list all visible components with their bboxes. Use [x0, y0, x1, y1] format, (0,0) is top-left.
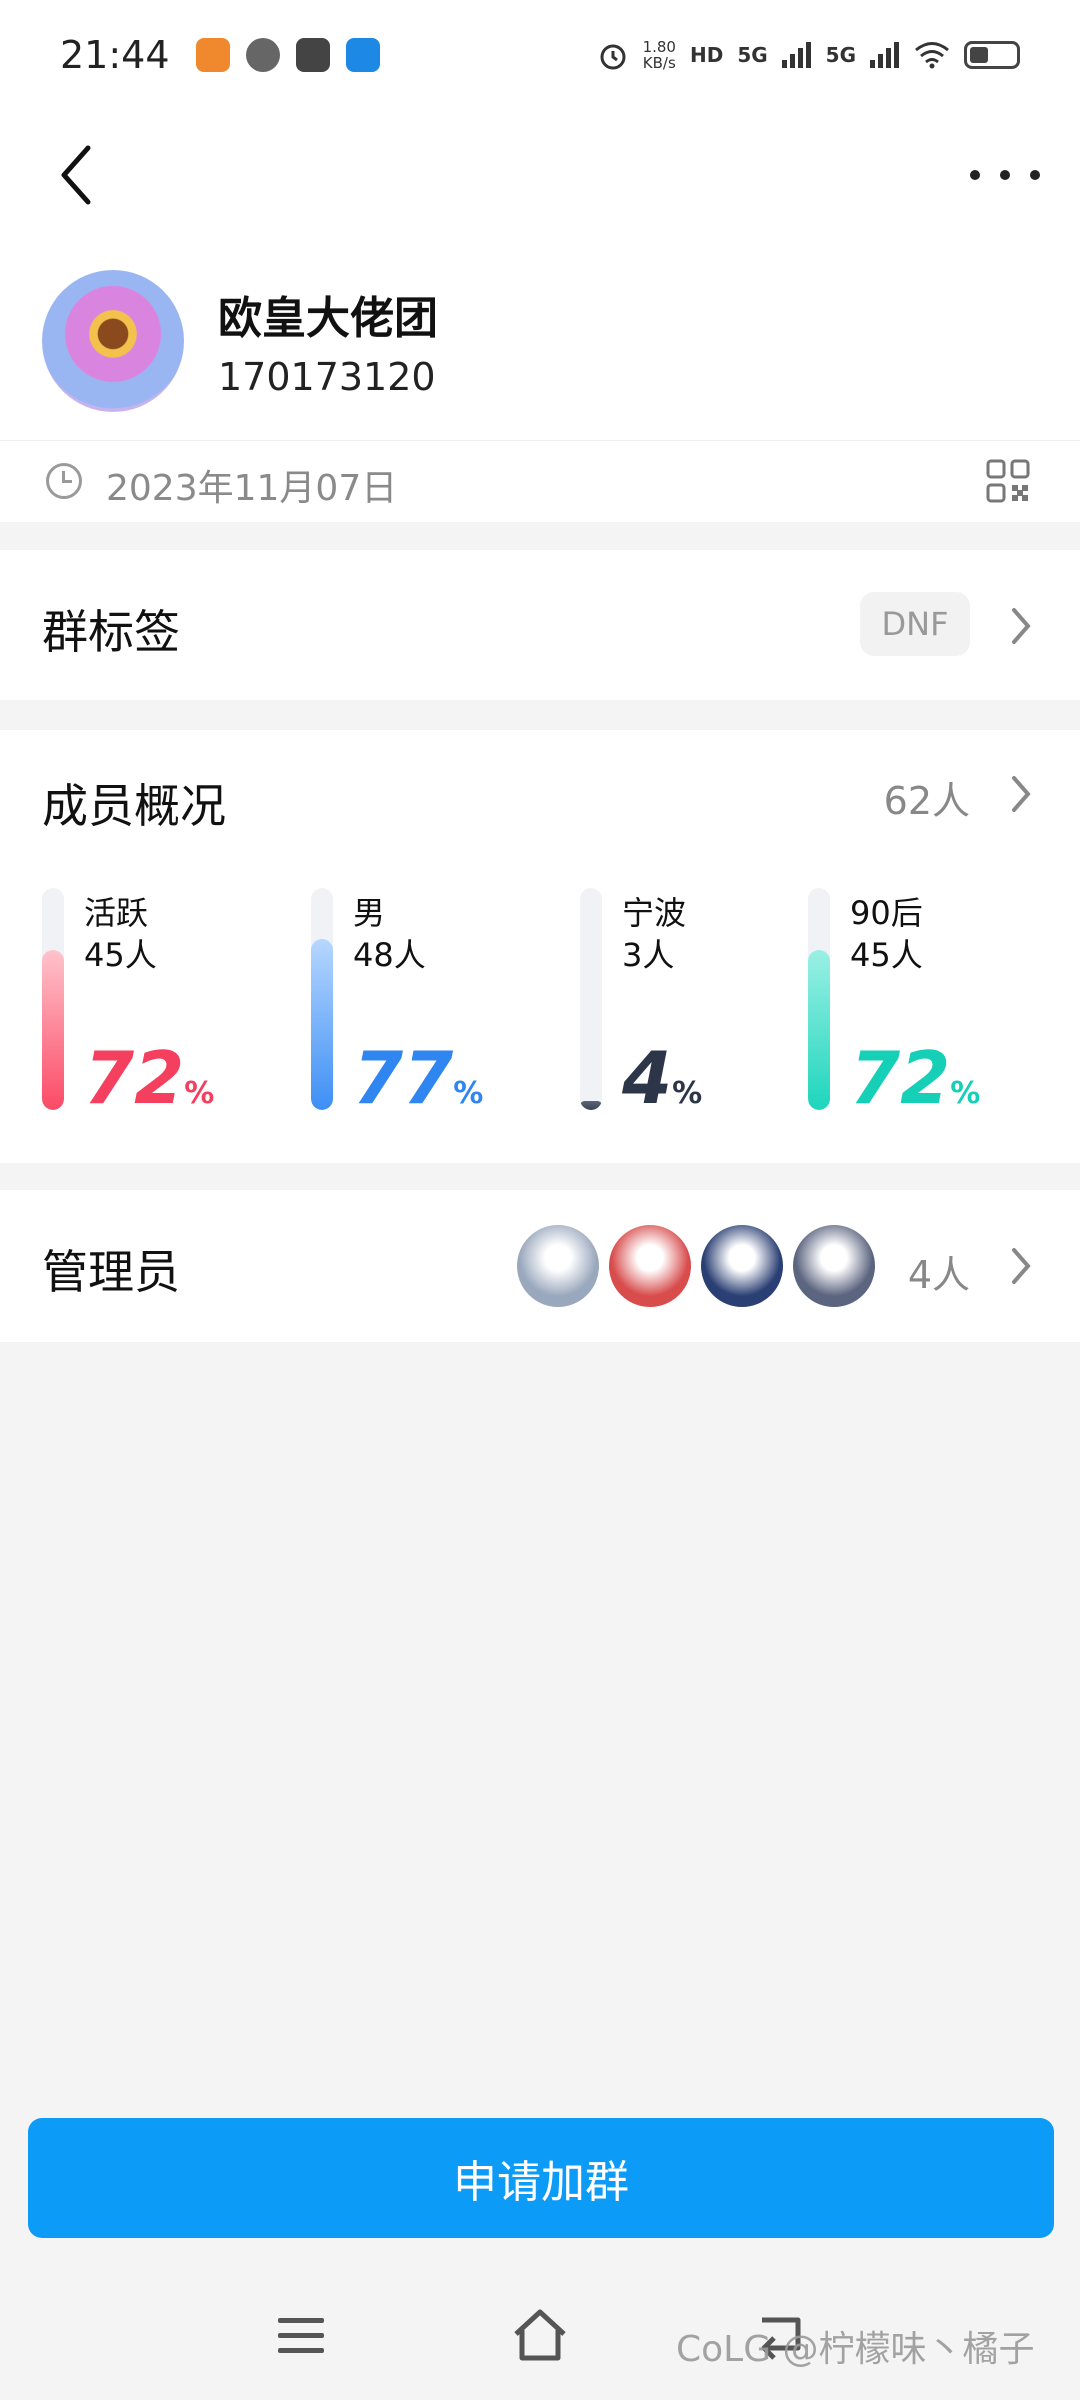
app-icon-1	[195, 38, 230, 72]
stat-label: 男	[353, 894, 386, 932]
group-tags-row[interactable]: 群标签 DNF	[0, 550, 1080, 700]
chevron-right-icon	[1012, 608, 1031, 644]
stat-count: 45人	[850, 936, 923, 974]
stat-bar-track	[42, 888, 64, 1110]
stat-label: 90后	[850, 894, 923, 932]
menu-line-icon	[278, 2348, 324, 2353]
back-button[interactable]	[50, 140, 110, 210]
created-date: 2023年11月07日	[106, 468, 398, 509]
stat-count: 48人	[353, 936, 426, 974]
stat-count: 3人	[622, 936, 675, 974]
stat-bar-fill	[808, 950, 830, 1110]
status-bar: 21:44 1.80 KB/s HD 5G 5G	[0, 0, 1080, 110]
menu-line-icon	[278, 2318, 324, 2323]
admin-avatar[interactable]	[790, 1222, 878, 1310]
stat-bar-track	[311, 888, 333, 1110]
wechat-icon	[245, 38, 280, 72]
stat-bar-fill	[580, 1101, 602, 1110]
stat-percent: 4%	[622, 1038, 702, 1134]
admins-row[interactable]: 管理员 4人	[0, 1190, 1080, 1342]
signal-bars-icon	[870, 42, 899, 68]
group-avatar[interactable]	[42, 270, 184, 412]
stat-bar-track	[808, 888, 830, 1110]
app-icon-4	[345, 38, 380, 72]
member-stat-region: 宁波 3人 4%	[580, 888, 830, 1118]
wifi-icon	[915, 42, 949, 69]
status-left: 21:44	[60, 33, 380, 77]
stat-count: 45人	[84, 936, 157, 974]
stat-percent-value: 72	[850, 1036, 951, 1120]
more-dot-icon	[1000, 170, 1010, 180]
group-id: 170173120	[218, 355, 436, 399]
group-name: 欧皇大佬团	[218, 293, 438, 344]
stat-percent: 72%	[850, 1038, 980, 1134]
admin-count: 4人	[907, 1253, 970, 1297]
stat-percent-unit: %	[453, 1076, 484, 1111]
net-speed-value: 1.80	[642, 38, 676, 56]
status-time: 21:44	[60, 33, 170, 77]
system-nav-bar: CoLG @柠檬味丶橘子	[0, 2290, 1080, 2390]
battery-icon	[964, 41, 1020, 69]
stat-bar-fill	[311, 939, 333, 1110]
nav-home-button[interactable]	[510, 2306, 570, 2364]
watermark: CoLG @柠檬味丶橘子	[676, 2329, 1035, 2370]
member-stat-male: 男 48人 77%	[311, 888, 561, 1118]
qr-code-icon[interactable]	[986, 459, 1030, 503]
stat-percent: 77%	[353, 1038, 483, 1134]
group-header: 欧皇大佬团 170173120 2023年11月07日	[0, 110, 1080, 522]
signal-5g-1: 5G	[737, 43, 768, 67]
stat-bar-track	[580, 888, 602, 1110]
stat-percent-unit: %	[672, 1076, 703, 1111]
alarm-icon	[600, 44, 626, 70]
stat-percent: 72%	[84, 1038, 214, 1134]
member-stat-active: 活跃 45人 72%	[42, 888, 292, 1118]
created-date-row: 2023年11月07日	[0, 440, 1080, 520]
net-speed: 1.80 KB/s	[643, 39, 676, 71]
stat-bar-fill	[42, 950, 64, 1110]
clock-icon	[46, 463, 82, 499]
stat-percent-unit: %	[950, 1076, 981, 1111]
member-stat-age: 90后 45人 72%	[808, 888, 1058, 1118]
admin-avatar-list	[514, 1222, 882, 1312]
apply-join-button[interactable]: 申请加群	[28, 2118, 1054, 2238]
status-right: 1.80 KB/s HD 5G 5G	[597, 39, 1020, 71]
member-overview-card[interactable]: 成员概况 62人 活跃 45人 72% 男 48人 77% 宁波 3人 4% 9…	[0, 730, 1080, 1163]
chevron-right-icon	[1012, 776, 1031, 812]
mail-icon	[295, 38, 330, 72]
signal-bars-icon	[781, 42, 811, 68]
tag-chip: DNF	[860, 592, 970, 656]
nav-menu-button[interactable]	[278, 2318, 324, 2358]
stat-label: 宁波	[622, 894, 687, 932]
stat-percent-value: 72	[84, 1036, 185, 1120]
admin-avatar[interactable]	[514, 1222, 602, 1310]
stat-label: 活跃	[84, 894, 149, 932]
more-options-button[interactable]	[970, 155, 1040, 195]
more-dot-icon	[970, 170, 980, 180]
admins-title: 管理员	[42, 1245, 180, 1299]
hd-badge: HD	[689, 43, 724, 67]
net-speed-unit: KB/s	[642, 54, 676, 72]
stat-percent-unit: %	[184, 1076, 215, 1111]
menu-line-icon	[278, 2333, 324, 2338]
admin-avatar[interactable]	[698, 1222, 786, 1310]
admin-avatar[interactable]	[606, 1222, 694, 1310]
member-overview-title: 成员概况	[42, 779, 226, 833]
signal-5g-2: 5G	[825, 43, 856, 67]
member-count: 62人	[883, 779, 970, 823]
chevron-right-icon	[1012, 1248, 1031, 1284]
more-dot-icon	[1030, 170, 1040, 180]
stat-percent-value: 4	[622, 1036, 673, 1120]
stat-percent-value: 77	[353, 1036, 454, 1120]
group-tags-title: 群标签	[42, 605, 180, 659]
